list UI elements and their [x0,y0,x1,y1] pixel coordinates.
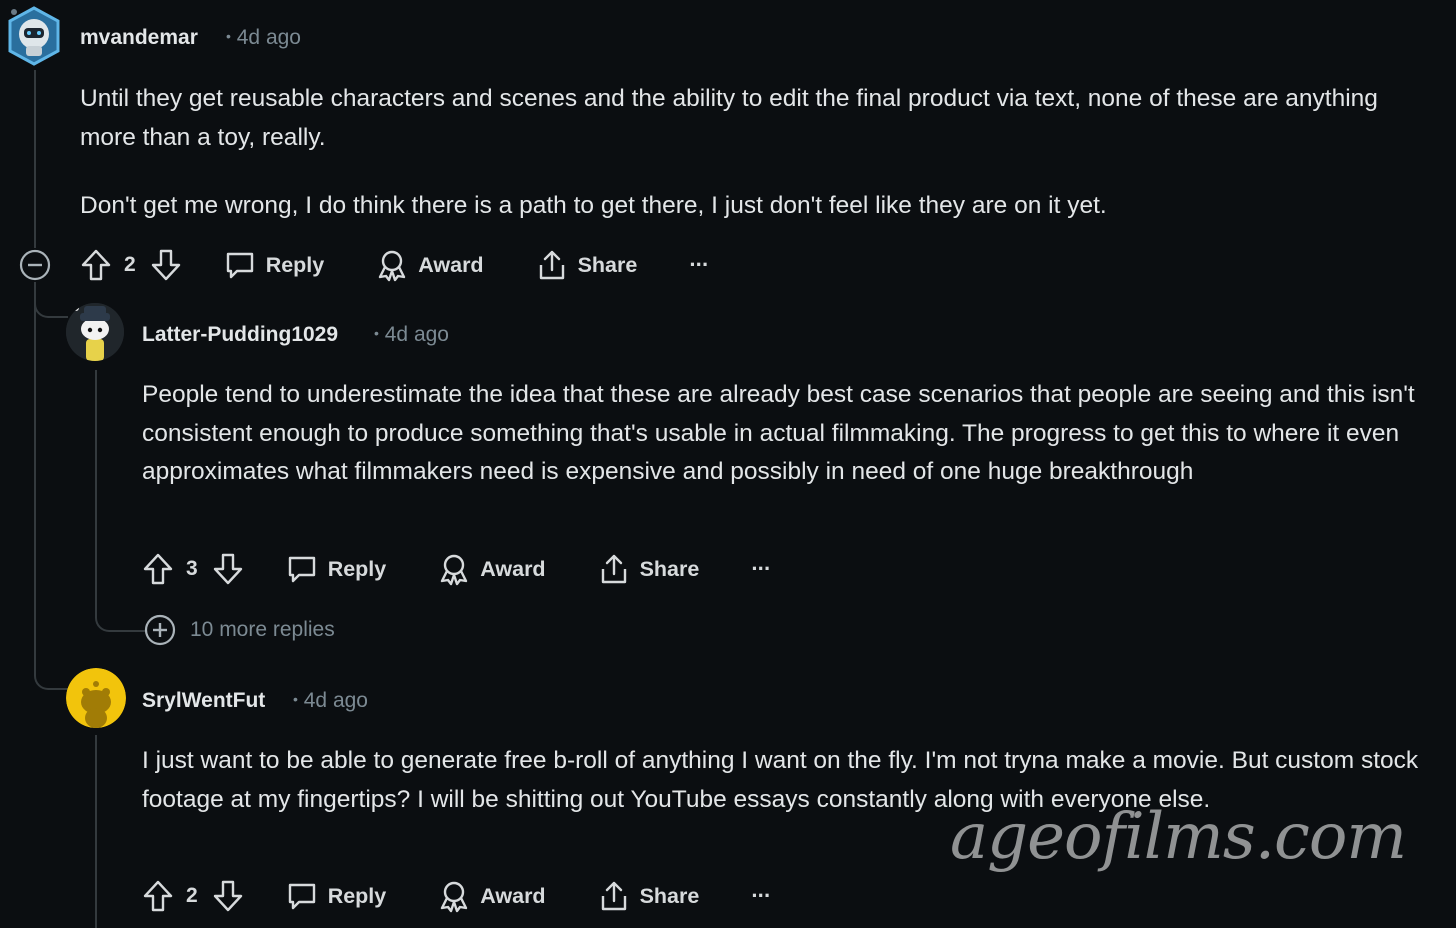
award-button[interactable]: Award [376,248,484,282]
comment-bubble-icon [288,556,315,583]
award-label: Award [418,252,484,277]
comment-paragraph: Don't get me wrong, I do think there is … [80,192,1107,219]
collapse-icon [19,249,51,281]
avatar[interactable] [66,668,126,728]
collapse-button[interactable] [18,248,52,287]
share-icon [539,250,564,280]
thread-connector [34,296,68,318]
separator-dot: • [226,28,231,44]
reply-label: Reply [327,556,387,581]
comment-paragraph: People tend to underestimate the idea th… [142,381,1415,485]
more-options-button[interactable]: ··· [751,883,771,909]
upvote-icon [143,553,173,585]
comment-bubble-icon [288,883,315,910]
share-button[interactable]: Share [598,879,700,913]
comment-actions: 2 Reply Award Share ··· [80,245,709,285]
award-icon [379,250,406,282]
share-label: Share [577,252,638,277]
comment-body: Until they get reusable characters and s… [80,80,1420,226]
vote-count: 2 [186,884,198,907]
share-button[interactable]: Share [536,248,638,282]
share-icon [601,554,626,584]
avatar[interactable] [66,303,124,361]
separator-dot: • [293,691,298,707]
thread-line-child [95,370,97,606]
comment-meta: • 4d ago [226,26,301,50]
expand-plus-icon [144,614,176,646]
reply-button[interactable]: Reply [224,249,325,281]
reply-button[interactable]: Reply [286,880,387,912]
upvote-button[interactable] [80,248,112,282]
more-options-button[interactable]: ··· [689,252,709,278]
comment-paragraph: Until they get reusable characters and s… [80,85,1378,151]
comment-meta: • 4d ago [293,689,368,713]
downvote-button[interactable] [212,879,244,913]
separator-dot: • [374,325,379,341]
reply-button[interactable]: Reply [286,553,387,585]
more-options-button[interactable]: ··· [751,556,771,582]
award-icon [441,881,468,913]
award-label: Award [480,883,546,908]
upvote-icon [81,249,111,281]
thread-line-child [95,735,97,928]
award-icon [441,554,468,586]
downvote-button[interactable] [150,248,182,282]
award-button[interactable]: Award [438,552,546,586]
avatar[interactable] [6,6,62,66]
downvote-icon [213,553,242,585]
comment-actions: 2 Reply Award Share ··· [142,876,771,916]
watermark: ageofilms.com [950,800,1407,874]
share-label: Share [639,883,700,908]
upvote-icon [143,880,173,912]
comment-actions: 3 Reply Award Share ··· [142,549,771,589]
vote-count: 2 [124,253,136,276]
downvote-icon [213,880,242,912]
comment-body: People tend to underestimate the idea th… [142,376,1450,492]
timestamp: 4d ago [303,689,368,712]
downvote-icon [151,249,180,281]
vote-count: 3 [186,557,198,580]
comment-bubble-icon [226,252,253,279]
share-label: Share [639,556,700,581]
reply-label: Reply [327,883,387,908]
comment-meta: • 4d ago [374,323,449,347]
more-replies-label: 10 more replies [190,618,335,641]
thread-line-main [34,70,36,248]
share-button[interactable]: Share [598,552,700,586]
reply-label: Reply [265,252,325,277]
downvote-button[interactable] [212,552,244,586]
timestamp: 4d ago [384,323,449,346]
username[interactable]: SrylWentFut [142,689,265,713]
username[interactable]: mvandemar [80,26,198,50]
share-icon [601,881,626,911]
upvote-button[interactable] [142,552,174,586]
timestamp: 4d ago [236,26,301,49]
username[interactable]: Latter-Pudding1029 [142,323,338,347]
award-button[interactable]: Award [438,879,546,913]
upvote-button[interactable] [142,879,174,913]
thread-connector [34,640,68,690]
award-label: Award [480,556,546,581]
thread-line-main-lower [34,282,36,662]
more-replies-link[interactable]: 10 more replies [143,613,335,647]
thread-connector [95,600,145,632]
